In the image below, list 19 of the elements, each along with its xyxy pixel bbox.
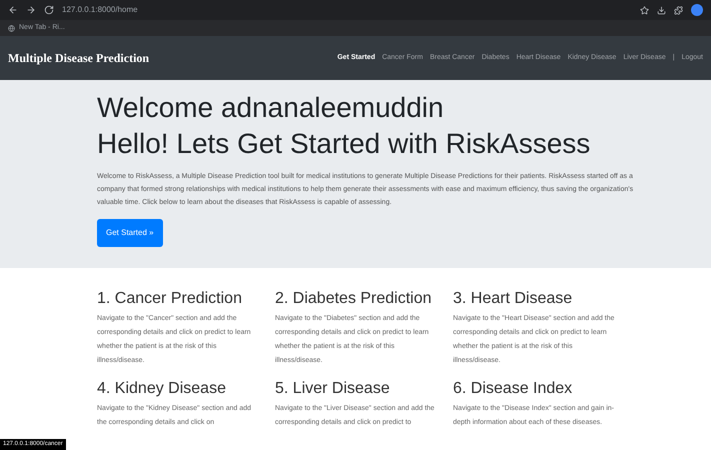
brand-title[interactable]: Multiple Disease Prediction [8, 49, 150, 67]
card-title: 4. Kidney Disease [97, 379, 227, 399]
card-title: 2. Diabetes Prediction [275, 289, 433, 309]
star-icon[interactable] [640, 6, 649, 14]
extension-icon[interactable] [674, 6, 683, 14]
back-icon[interactable] [8, 5, 18, 15]
address-field[interactable]: 127.0.0.1:8000/home [62, 4, 138, 16]
card-title: 5. Liver Disease [275, 379, 391, 399]
globe-icon [8, 24, 15, 32]
welcome-heading: Welcome adnanaleemuddin [97, 91, 444, 125]
card-title: 1. Cancer Prediction [97, 289, 243, 309]
download-icon[interactable] [657, 6, 666, 14]
reload-icon[interactable] [44, 5, 54, 15]
get-started-button[interactable]: Get Started » [97, 219, 163, 247]
forward-icon[interactable] [26, 5, 36, 15]
hero-title: Hello! Lets Get Started with RiskAssess [97, 127, 590, 161]
card-title: 3. Heart Disease [453, 289, 574, 309]
profile-avatar[interactable] [691, 4, 703, 16]
card-title: 6. Disease Index [453, 379, 574, 399]
